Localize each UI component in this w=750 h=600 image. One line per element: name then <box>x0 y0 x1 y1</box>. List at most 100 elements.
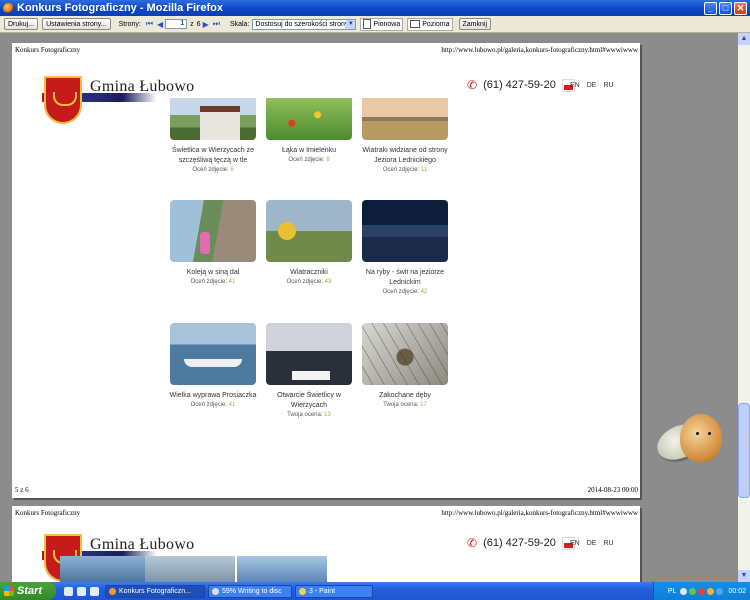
gallery-item[interactable]: Łąka w Imielenku Oceń zdjęcie: 8 <box>263 98 355 163</box>
window-title: Konkurs Fotograficzny - Mozilla Firefox <box>17 2 223 14</box>
photo-thumbnail[interactable] <box>362 323 448 385</box>
photo-thumbnail[interactable] <box>145 556 235 582</box>
next-page-icon[interactable]: ▶ <box>203 20 209 29</box>
taskbar-item-burning[interactable]: 59% Writing to disc <box>208 584 292 598</box>
landscape-icon <box>410 20 421 28</box>
photo-gallery: Świetlica w Wierzycach ze szczęśliwą tęc… <box>167 98 457 478</box>
scale-select[interactable]: Dostosuj do szerokości strony ▼ <box>252 18 357 30</box>
landscape-button[interactable]: Pozioma <box>407 17 453 31</box>
photo-thumbnail[interactable] <box>266 98 352 140</box>
vertical-scrollbar[interactable]: ▲ ▼ <box>738 33 750 582</box>
close-window-button[interactable]: ✕ <box>734 1 747 15</box>
pages-label: Strony: <box>118 20 141 28</box>
photo-thumbnail[interactable] <box>60 556 150 582</box>
antivirus-icon[interactable] <box>698 587 706 595</box>
hamster-desktop-widget[interactable] <box>651 412 728 468</box>
photo-thumbnail[interactable] <box>170 200 256 262</box>
gallery-item[interactable]: Wiatraczniki Oceń zdjęcie: 43 <box>263 200 355 285</box>
coat-of-arms-icon <box>44 76 82 124</box>
gallery-item[interactable]: Koleją w siną dal Oceń zdjęcie: 41 <box>167 200 259 285</box>
photo-caption: Świetlica w Wierzycach ze szczęśliwą tęc… <box>171 147 255 164</box>
hamster-eye <box>696 432 699 435</box>
photo-thumbnail[interactable] <box>362 98 448 140</box>
score-value: 11 <box>420 167 428 173</box>
gallery-item[interactable]: Wielka wyprawa Prosiaczka Oceń zdjęcie: … <box>167 323 259 408</box>
score-label: Oceń zdjęcie: <box>190 279 227 285</box>
photo-thumbnail[interactable] <box>237 556 327 582</box>
firefox-quick-icon[interactable] <box>90 586 99 596</box>
gallery-item[interactable]: Na ryby - świt na jeziorze Lednickim Oce… <box>359 200 451 295</box>
logo-text: Gmina Łubowo <box>90 536 195 553</box>
scroll-down-icon[interactable]: ▼ <box>738 570 750 582</box>
input-language[interactable]: PL <box>668 588 677 595</box>
last-page-icon[interactable]: ⏭ <box>213 19 220 29</box>
lang-en[interactable]: EN <box>570 540 580 547</box>
print-button[interactable]: Drukuj... <box>4 18 39 30</box>
volume-icon[interactable] <box>716 587 724 595</box>
first-page-icon[interactable]: ⏮ <box>146 19 153 29</box>
phone-icon: ✆ <box>467 78 478 92</box>
lang-de[interactable]: DE <box>587 82 597 89</box>
paint-icon <box>299 587 306 595</box>
photo-caption: Wielka wyprawa Prosiaczka <box>169 392 257 399</box>
score-label: Oceń zdjęcie: <box>382 289 419 295</box>
taskbar-item-firefox[interactable]: Konkurs Fotograficzn... <box>105 584 205 598</box>
photo-score: Oceń zdjęcie: 11 <box>359 167 451 173</box>
prev-page-icon[interactable]: ◀ <box>157 20 163 29</box>
score-value: 6 <box>230 167 234 173</box>
score-label: Oceń zdjęcie: <box>192 167 229 173</box>
photo-caption: Wiatraczniki <box>290 269 328 276</box>
lang-de[interactable]: DE <box>587 540 597 547</box>
photo-score: Oceń zdjęcie: 41 <box>167 402 259 408</box>
score-value: 13 <box>324 412 331 418</box>
score-label: Oceń zdjęcie: <box>382 167 420 173</box>
quick-launch <box>64 586 99 596</box>
photo-thumbnail[interactable] <box>266 200 352 262</box>
print-preview-toolbar: Drukuj... Ustawienia strony... Strony: ⏮… <box>0 16 750 33</box>
lang-ru[interactable]: RU <box>603 82 613 89</box>
photo-thumbnail[interactable] <box>170 323 256 385</box>
score-value: 41 <box>228 279 236 285</box>
network-icon[interactable] <box>689 587 697 595</box>
lang-en[interactable]: EN <box>570 82 580 89</box>
score-value: 41 <box>228 402 236 408</box>
lang-ru[interactable]: RU <box>603 540 613 547</box>
phone-contact: ✆ (61) 427-59-20 <box>467 78 575 92</box>
gallery-item[interactable]: Otwarcie Świetlicy w Wierzycach Twoja oc… <box>263 323 355 418</box>
ie-icon[interactable] <box>77 586 86 596</box>
close-preview-button[interactable]: Zamknij <box>458 18 492 30</box>
scroll-thumb[interactable] <box>738 403 750 498</box>
task-label: Konkurs Fotograficzn... <box>119 587 191 595</box>
photo-caption: Na ryby - świt na jeziorze Lednickim <box>365 269 445 286</box>
update-icon[interactable] <box>707 587 715 595</box>
gallery-item[interactable]: Wiatraki widziane od strony Jeziora Ledn… <box>359 98 451 173</box>
firefox-icon <box>109 587 116 595</box>
preview-page-2: Konkurs Fotograficzny http://www.lubowo.… <box>12 506 640 582</box>
phone-number: (61) 427-59-20 <box>483 79 556 91</box>
photo-score: Twoja ocena: 13 <box>263 412 355 418</box>
scroll-up-icon[interactable]: ▲ <box>738 33 750 45</box>
help-icon[interactable] <box>680 587 688 595</box>
gallery-item[interactable]: Świetlica w Wierzycach ze szczęśliwą tęc… <box>167 98 259 173</box>
portrait-button[interactable]: Pionowa <box>360 17 404 31</box>
photo-caption: Otwarcie Świetlicy w Wierzycach <box>277 392 341 409</box>
page-setup-button[interactable]: Ustawienia strony... <box>42 18 111 30</box>
start-label: Start <box>17 585 43 597</box>
maximize-button[interactable]: □ <box>719 1 732 15</box>
page-number-input[interactable]: 1 <box>165 19 188 29</box>
taskbar-item-paint[interactable]: 3 - Paint <box>295 584 373 598</box>
photo-thumbnail[interactable] <box>362 200 448 262</box>
start-button[interactable]: Start <box>0 582 56 600</box>
scale-label: Skala: <box>229 20 250 28</box>
minimize-button[interactable]: _ <box>704 1 717 15</box>
portrait-label: Pionowa <box>373 20 401 28</box>
chevron-down-icon[interactable]: ▼ <box>346 19 356 29</box>
logo-text: Gmina Łubowo <box>90 78 195 95</box>
show-desktop-icon[interactable] <box>64 586 73 596</box>
gallery-item[interactable]: Zakochane dęby Twoja ocena: 17 <box>359 323 451 408</box>
photo-score: Oceń zdjęcie: 43 <box>263 279 355 285</box>
windows-logo-icon <box>4 586 14 596</box>
photo-thumbnail[interactable] <box>170 98 256 140</box>
language-switcher: EN DE RU <box>570 540 614 547</box>
photo-thumbnail[interactable] <box>266 323 352 385</box>
